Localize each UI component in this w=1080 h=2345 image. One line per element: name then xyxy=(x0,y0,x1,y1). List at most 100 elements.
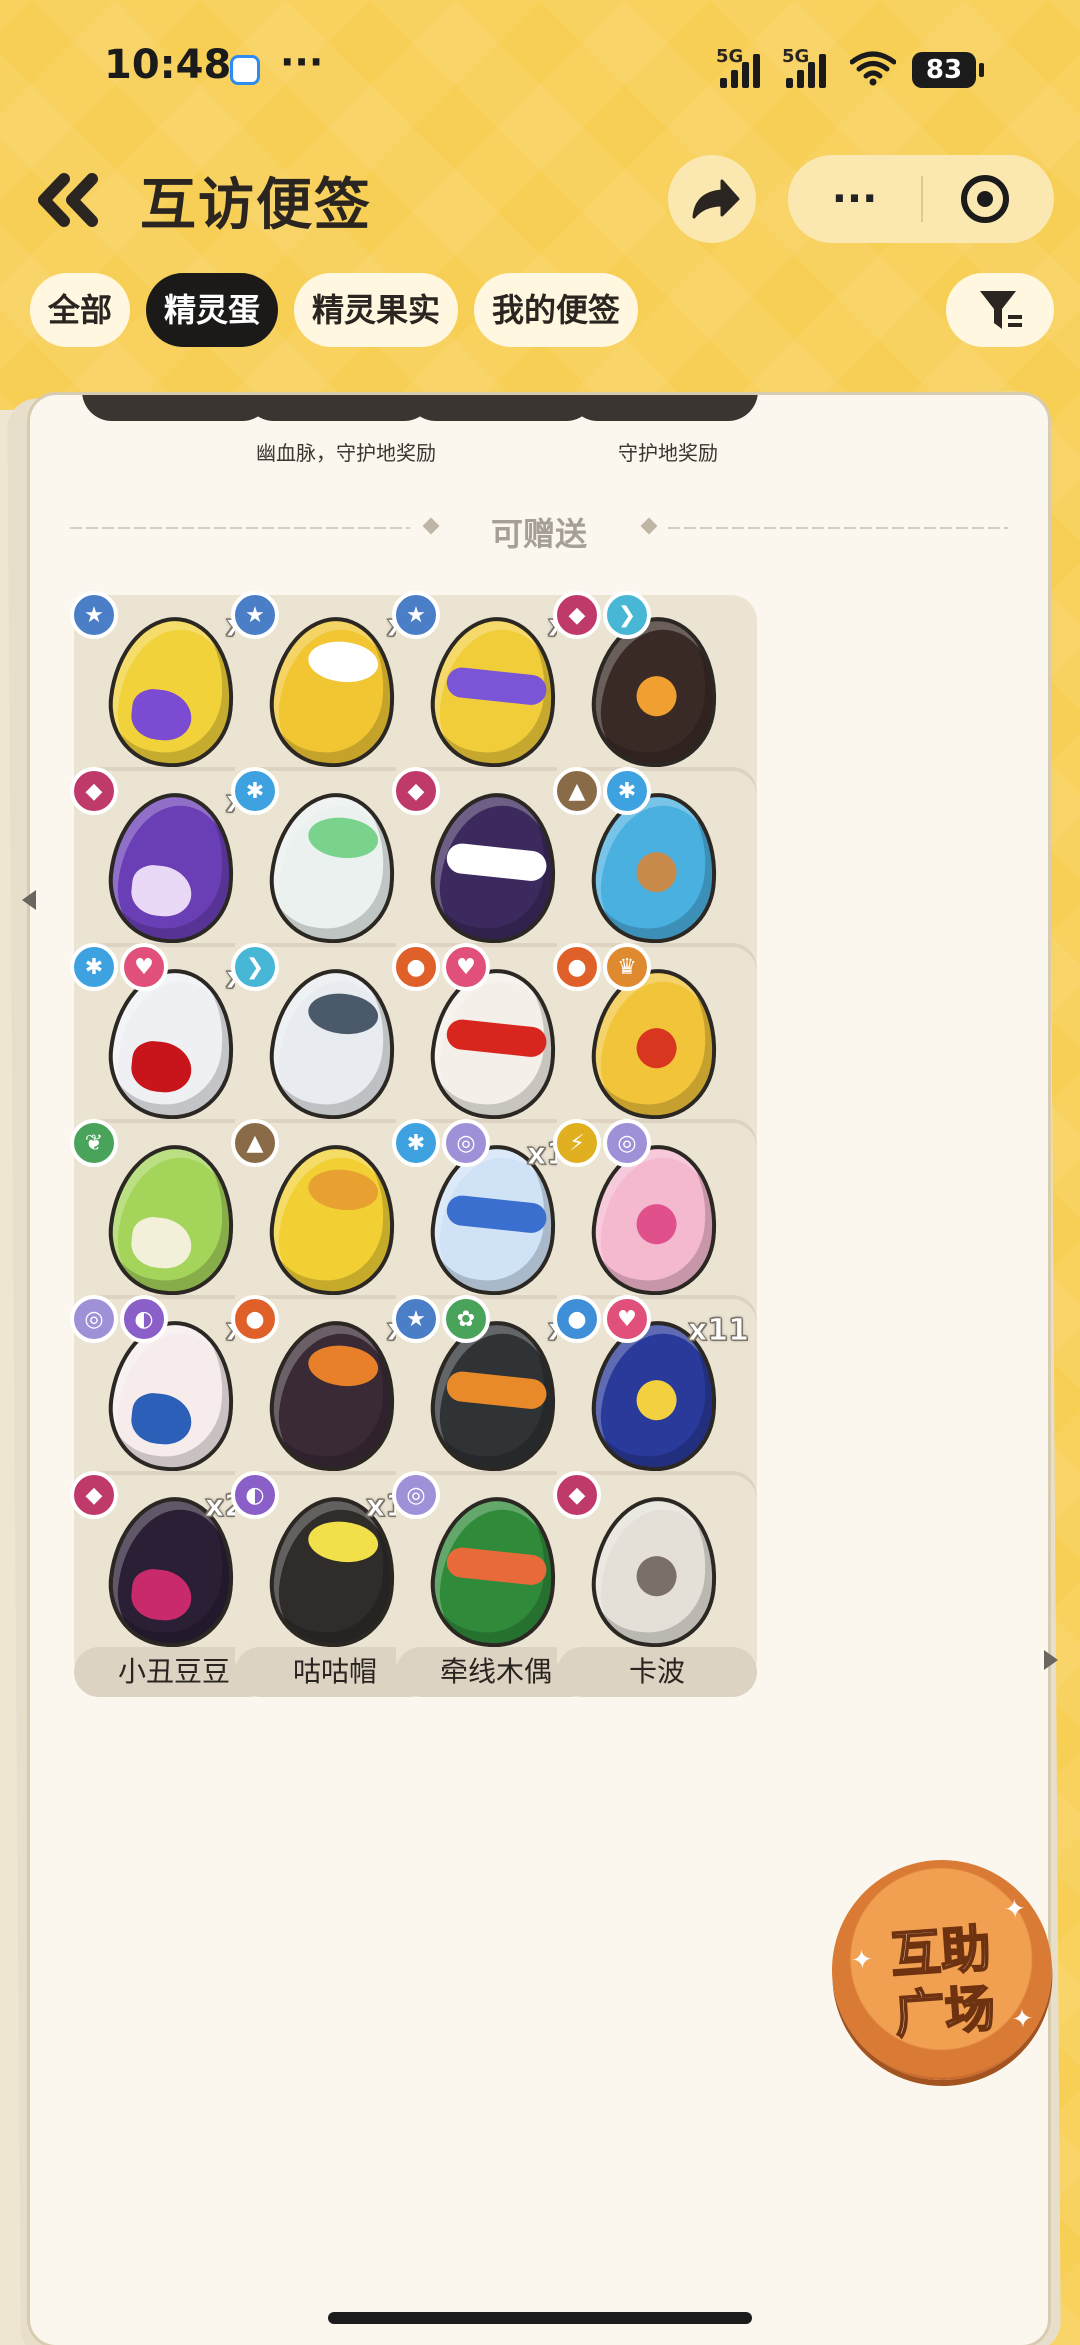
element-badges: ★ xyxy=(392,591,440,639)
egg-pattern xyxy=(129,1391,194,1448)
share-icon xyxy=(692,179,740,219)
mountain-icon: ▲ xyxy=(231,1119,279,1167)
help-plaza-label-2: 广场 xyxy=(892,1978,998,2045)
demon-icon: ◆ xyxy=(392,767,440,815)
wing-icon: ❯ xyxy=(603,591,651,639)
snowflake-icon: ✱ xyxy=(603,767,651,815)
egg-pattern xyxy=(306,1166,381,1214)
element-badges: ✱ xyxy=(231,767,279,815)
wifi-icon xyxy=(850,51,896,86)
egg-count: x11 xyxy=(687,1313,749,1349)
status-bar: 10:48 ··· 5G 5G 83 xyxy=(0,0,1080,140)
tab-all[interactable]: 全部 xyxy=(30,273,131,347)
element-badges: ✱ ◎ xyxy=(392,1119,490,1167)
divider-line-right xyxy=(668,527,1008,529)
egg-pattern xyxy=(129,863,194,920)
miniprogram-capsule: ··· xyxy=(788,155,1054,243)
more-button[interactable]: ··· xyxy=(788,155,921,243)
egg-pattern xyxy=(129,1039,194,1096)
egg-pattern xyxy=(634,1026,679,1071)
heart-icon: ♥ xyxy=(442,943,490,991)
egg-pattern xyxy=(129,687,194,744)
status-time: 10:48 xyxy=(104,42,232,88)
lightning-icon: ⚡ xyxy=(553,1119,601,1167)
egg-pattern xyxy=(445,1194,548,1235)
water-icon: ● xyxy=(553,1295,601,1343)
egg-pattern xyxy=(306,814,381,862)
element-badges: ◆ xyxy=(70,767,118,815)
filter-button[interactable] xyxy=(946,273,1054,347)
gear-icon: ✿ xyxy=(442,1295,490,1343)
ghost-icon: ◐ xyxy=(120,1295,168,1343)
page-title: 互访便签 xyxy=(140,173,372,238)
crown-icon: ♛ xyxy=(603,943,651,991)
spiral-icon: ◎ xyxy=(442,1119,490,1167)
star-icon: ★ xyxy=(231,591,279,639)
element-badges: ◆ xyxy=(553,1471,601,1519)
element-badges: ◎ ◐ xyxy=(70,1295,168,1343)
egg-pattern xyxy=(634,1554,679,1599)
element-badges: ◆ xyxy=(70,1471,118,1519)
wing-icon: ❯ xyxy=(231,943,279,991)
element-badges: ● ♥ xyxy=(553,1295,651,1343)
star-icon: ★ xyxy=(392,591,440,639)
egg-card[interactable]: ◆ 卡波 xyxy=(553,1471,757,1715)
element-badges: ★ xyxy=(70,591,118,639)
spiral-icon: ◎ xyxy=(392,1471,440,1519)
demon-icon: ◆ xyxy=(70,1471,118,1519)
element-badges: ◆ xyxy=(392,767,440,815)
egg-pattern xyxy=(445,666,548,707)
tab-spirit-fruit[interactable]: 精灵果实 xyxy=(294,273,459,347)
spiral-icon: ◎ xyxy=(603,1119,651,1167)
element-badges: ● ♛ xyxy=(553,943,651,991)
share-button[interactable] xyxy=(668,155,756,243)
close-button[interactable] xyxy=(923,155,1054,243)
element-badges: ★ ✿ xyxy=(392,1295,490,1343)
egg-name: 卡波 xyxy=(557,1647,757,1697)
egg-pattern xyxy=(445,1018,548,1059)
status-more-dots: ··· xyxy=(280,40,324,84)
top-remnant-label xyxy=(568,395,758,421)
egg-pattern xyxy=(634,674,679,719)
heart-icon: ♥ xyxy=(120,943,168,991)
element-badges: ✱ ♥ xyxy=(70,943,168,991)
element-badges: ◆ ❯ xyxy=(553,591,651,639)
egg-pattern xyxy=(129,1567,194,1624)
element-badges: ● xyxy=(231,1295,279,1343)
tab-spirit-egg[interactable]: 精灵蛋 xyxy=(146,273,279,347)
element-badges: ◎ xyxy=(392,1471,440,1519)
top-remnant-label xyxy=(244,395,434,421)
egg-pattern xyxy=(445,1546,548,1587)
egg-pattern xyxy=(634,850,679,895)
egg-pattern xyxy=(634,1202,679,1247)
spiral-icon: ◎ xyxy=(70,1295,118,1343)
fire-icon: ● xyxy=(553,943,601,991)
section-label: 可赠送 xyxy=(490,515,587,553)
signal-icon: 5G xyxy=(716,46,760,88)
tab-my-notes[interactable]: 我的便签 xyxy=(474,273,639,347)
egg-pattern xyxy=(306,638,381,686)
top-remnant-label xyxy=(82,395,272,421)
battery-indicator: 83 xyxy=(912,52,984,88)
top-remnant-label xyxy=(406,395,596,421)
demon-icon: ◆ xyxy=(553,1471,601,1519)
element-badges: ▲ ✱ xyxy=(553,767,651,815)
ghost-icon: ◐ xyxy=(231,1471,279,1519)
mountain-icon: ▲ xyxy=(553,767,601,815)
fire-icon: ● xyxy=(392,943,440,991)
element-badges: ◐ xyxy=(231,1471,279,1519)
fire-icon: ● xyxy=(231,1295,279,1343)
target-icon xyxy=(961,175,1009,223)
snowflake-icon: ✱ xyxy=(392,1119,440,1167)
element-badges: ⚡ ◎ xyxy=(553,1119,651,1167)
home-indicator[interactable] xyxy=(328,2312,752,2324)
notification-app-icon xyxy=(230,55,260,85)
back-icon[interactable] xyxy=(30,165,110,235)
element-badges: ▲ xyxy=(231,1119,279,1167)
demon-icon: ◆ xyxy=(553,591,601,639)
snowflake-icon: ✱ xyxy=(231,767,279,815)
element-badges: ❦ xyxy=(70,1119,118,1167)
egg-pattern xyxy=(445,1370,548,1411)
element-badges: ★ xyxy=(231,591,279,639)
element-badges: ● ♥ xyxy=(392,943,490,991)
